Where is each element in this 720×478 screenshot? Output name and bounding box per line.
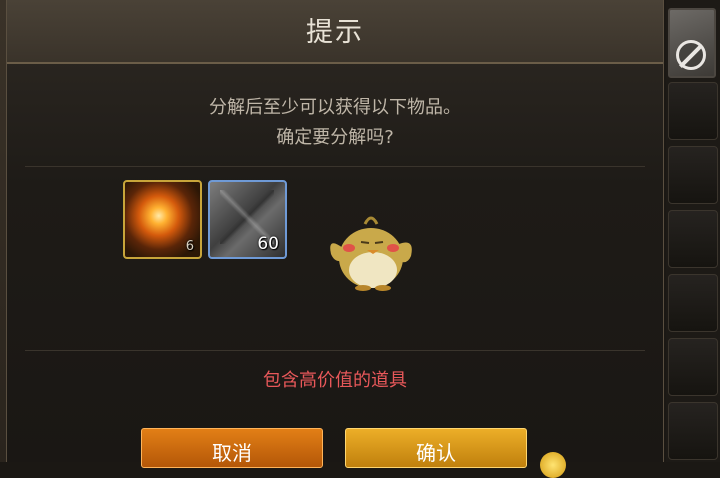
cancel-button[interactable]: 取消: [141, 428, 323, 468]
dialog-message-line2: 确定要分解吗?: [276, 127, 394, 148]
notification-dot-icon[interactable]: [540, 452, 566, 478]
inventory-slot[interactable]: [668, 274, 718, 332]
confirm-button[interactable]: 确认: [345, 428, 527, 468]
item-slot-crystal[interactable]: 60: [208, 180, 287, 259]
dialog-title: 提示: [306, 17, 364, 48]
inventory-slot[interactable]: [668, 210, 718, 268]
forbidden-icon: [676, 40, 706, 70]
inventory-slot[interactable]: [668, 82, 718, 140]
inventory-slot[interactable]: [668, 338, 718, 396]
inventory-slot[interactable]: [668, 146, 718, 204]
inventory-slot[interactable]: [668, 402, 718, 460]
divider: [25, 350, 645, 351]
high-value-warning: 包含高价值的道具: [263, 370, 407, 391]
decompose-dialog: 提示 分解后至少可以获得以下物品。 确定要分解吗? 6 60 包含高价值的道具 …: [6, 0, 664, 468]
item-count: 6: [185, 239, 194, 254]
dialog-title-bar: 提示: [7, 0, 663, 64]
chick-mascot-icon: [330, 216, 412, 291]
dialog-message-line1: 分解后至少可以获得以下物品。: [209, 97, 461, 118]
item-slot-fire-orb[interactable]: 6: [123, 180, 202, 259]
divider: [25, 166, 645, 167]
item-count: 60: [257, 234, 279, 254]
